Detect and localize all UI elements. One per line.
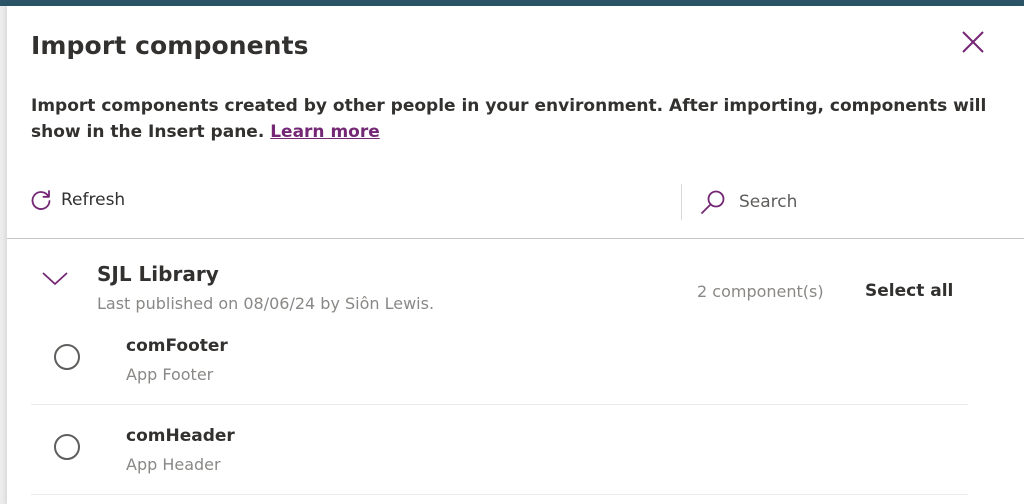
library-published-info: Last published on 08/06/24 by Siôn Lewis… — [97, 294, 435, 313]
learn-more-link[interactable]: Learn more — [270, 122, 380, 142]
search-input[interactable]: Search — [699, 188, 797, 216]
component-description: App Header — [126, 455, 221, 474]
close-icon — [962, 31, 984, 53]
refresh-button[interactable]: Refresh — [29, 188, 125, 212]
chevron-down-icon — [42, 272, 68, 285]
component-name: comHeader — [126, 426, 235, 446]
select-radio[interactable] — [54, 344, 80, 370]
select-all-button[interactable]: Select all — [865, 281, 953, 301]
dialog-description: Import components created by other peopl… — [31, 93, 1011, 145]
component-count: 2 component(s) — [697, 282, 824, 301]
select-radio[interactable] — [54, 434, 80, 460]
search-icon — [701, 190, 725, 214]
refresh-label: Refresh — [61, 190, 126, 210]
list-item[interactable]: comHeader App Header — [31, 405, 968, 494]
dialog-title: Import components — [31, 31, 309, 60]
description-text: Import components created by other peopl… — [31, 96, 987, 142]
close-button[interactable] — [957, 26, 989, 58]
import-components-dialog: Import components Import components crea… — [7, 6, 1024, 504]
library-name: SJL Library — [97, 262, 219, 286]
component-name: comFooter — [126, 336, 228, 356]
list-divider — [31, 494, 968, 495]
refresh-icon — [31, 190, 51, 210]
toolbar-bottom-divider — [7, 238, 1024, 239]
component-description: App Footer — [126, 365, 214, 384]
list-item[interactable]: comFooter App Footer — [31, 315, 968, 404]
search-placeholder: Search — [739, 192, 798, 212]
toolbar-divider — [681, 184, 682, 220]
library-collapse-toggle[interactable] — [41, 271, 69, 291]
